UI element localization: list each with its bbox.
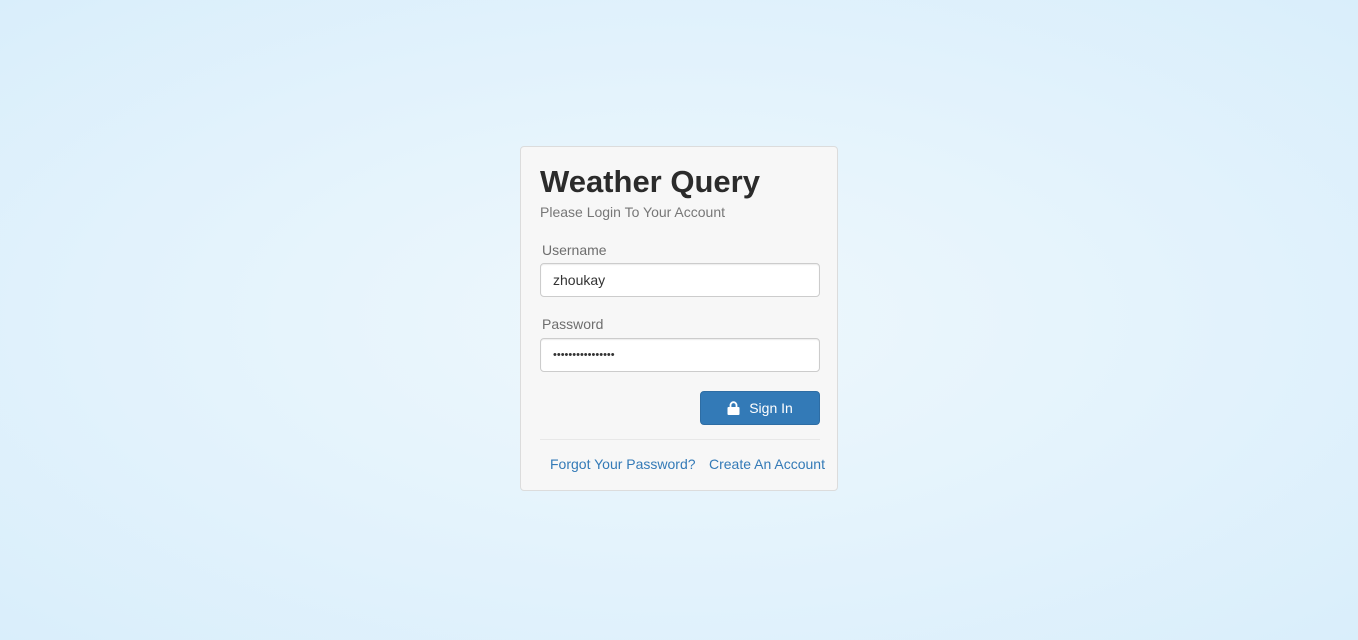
- sign-in-label: Sign In: [749, 400, 793, 416]
- username-label: Username: [542, 242, 607, 258]
- sign-in-button[interactable]: Sign In: [700, 391, 820, 425]
- password-field[interactable]: [540, 338, 820, 372]
- page-title: Weather Query: [540, 164, 760, 199]
- forgot-password-link[interactable]: Forgot Your Password?: [550, 456, 696, 472]
- username-field[interactable]: [540, 263, 820, 297]
- divider: [540, 439, 820, 440]
- login-subtitle: Please Login To Your Account: [540, 204, 726, 220]
- login-panel: Weather Query Please Login To Your Accou…: [520, 146, 838, 491]
- password-label: Password: [542, 316, 604, 332]
- create-account-link[interactable]: Create An Account: [709, 456, 825, 472]
- lock-icon: [727, 401, 740, 415]
